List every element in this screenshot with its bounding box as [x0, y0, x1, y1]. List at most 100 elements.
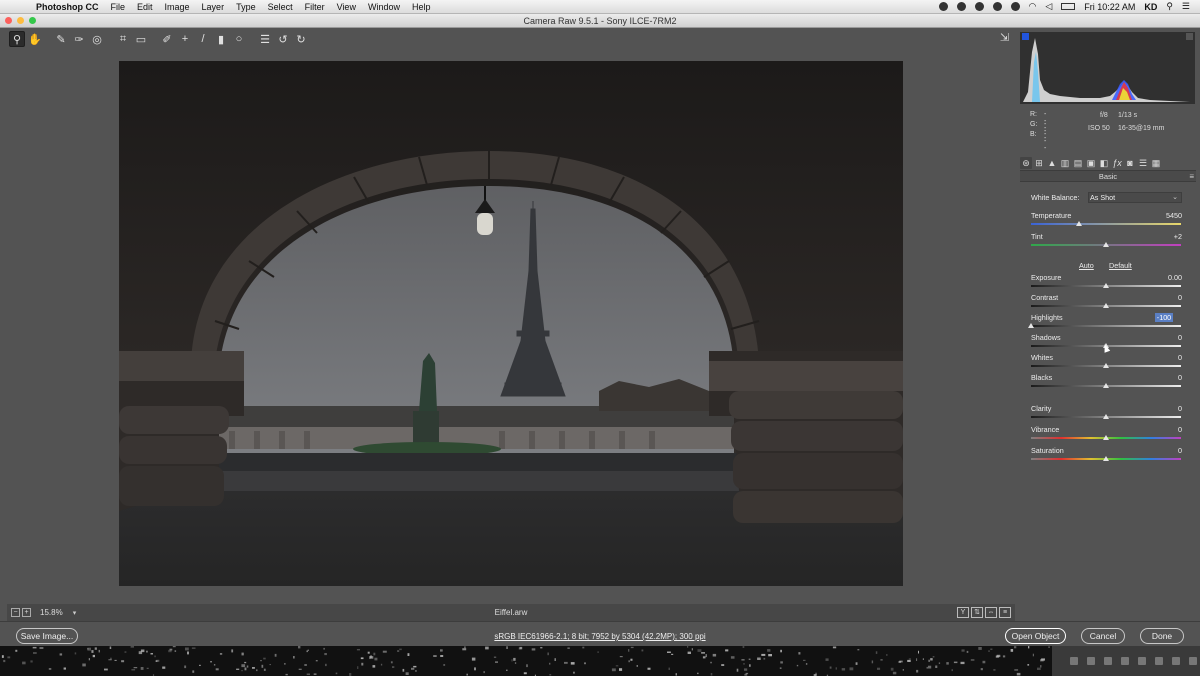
before-after-toggle-icon[interactable]: Y [957, 607, 969, 618]
tab-basic-icon[interactable]: ⊛ [1020, 157, 1032, 169]
saturation-value[interactable]: 0 [1142, 446, 1182, 455]
status-icon-4[interactable] [992, 2, 1002, 11]
panel-icon-7[interactable] [1172, 657, 1180, 665]
vibrance-value[interactable]: 0 [1142, 425, 1182, 434]
panel-icon-4[interactable] [1121, 657, 1129, 665]
highlights-value[interactable]: -100 [1155, 313, 1173, 322]
target-adjustment-tool-icon[interactable]: ◎ [89, 31, 105, 47]
color-sampler-tool-icon[interactable]: ✑ [71, 31, 87, 47]
zoom-in-button[interactable]: + [22, 608, 31, 617]
copy-settings-icon[interactable]: ⇔ [985, 607, 997, 618]
blacks-thumb[interactable] [1103, 383, 1109, 388]
tint-value[interactable]: +2 [1142, 232, 1182, 241]
tab-split-toning-icon[interactable]: ▤ [1072, 157, 1084, 169]
status-icon-1[interactable] [938, 2, 948, 11]
menu-help[interactable]: Help [406, 2, 437, 12]
straighten-tool-icon[interactable]: ▭ [133, 31, 149, 47]
image-preview-area[interactable] [7, 51, 1015, 604]
panel-icon-3[interactable] [1104, 657, 1112, 665]
battery-icon[interactable] [1061, 3, 1076, 10]
tab-effects-icon[interactable]: ◧ [1098, 157, 1110, 169]
temperature-thumb[interactable] [1076, 221, 1082, 226]
highlight-clipping-warning-icon[interactable] [1186, 33, 1193, 40]
temperature-value[interactable]: 5450 [1142, 211, 1182, 220]
user-name[interactable]: KD [1144, 2, 1157, 12]
menu-layer[interactable]: Layer [196, 2, 231, 12]
tab-hsl-icon[interactable]: ▥ [1059, 157, 1071, 169]
clarity-value[interactable]: 0 [1142, 404, 1182, 413]
white-balance-select[interactable]: As Shot ⌄ [1088, 192, 1182, 203]
red-eye-tool-icon[interactable]: + [177, 31, 193, 47]
menu-window[interactable]: Window [362, 2, 406, 12]
temperature-track[interactable] [1031, 223, 1181, 225]
tab-tone-curve-icon[interactable]: ⊞ [1033, 157, 1045, 169]
radial-filter-icon[interactable]: ○ [231, 31, 247, 47]
spot-removal-tool-icon[interactable]: ✐ [159, 31, 175, 47]
menu-edit[interactable]: Edit [131, 2, 159, 12]
adjustment-brush-icon[interactable]: / [195, 31, 211, 47]
whites-value[interactable]: 0 [1142, 353, 1182, 362]
rotate-cw-icon[interactable]: ↻ [293, 31, 309, 47]
menu-select[interactable]: Select [262, 2, 299, 12]
blacks-value[interactable]: 0 [1142, 373, 1182, 382]
default-button[interactable]: Default [1109, 261, 1132, 270]
menu-filter[interactable]: Filter [299, 2, 331, 12]
toggle-settings-icon[interactable]: ≡ [999, 607, 1011, 618]
tab-presets-icon[interactable]: ☰ [1137, 157, 1149, 169]
spotlight-search-icon[interactable]: ⚲ [1166, 1, 1173, 12]
contrast-value[interactable]: 0 [1142, 293, 1182, 302]
tab-camera-calibration-icon[interactable]: ◙ [1124, 157, 1136, 169]
menu-file[interactable]: File [105, 2, 132, 12]
zoom-level[interactable]: 15.8% [40, 608, 63, 617]
panel-icon-6[interactable] [1155, 657, 1163, 665]
tab-fx-icon[interactable]: ƒx [1111, 157, 1123, 169]
panel-icon-8[interactable] [1189, 657, 1197, 665]
menu-image[interactable]: Image [159, 2, 196, 12]
exposure-thumb[interactable] [1103, 283, 1109, 288]
volume-icon[interactable]: ◁ [1045, 1, 1052, 12]
menu-type[interactable]: Type [230, 2, 262, 12]
white-balance-tool-icon[interactable]: ✎ [53, 31, 69, 47]
tint-thumb[interactable] [1103, 242, 1109, 247]
zoom-tool-icon[interactable]: ⚲ [9, 31, 25, 47]
highlights-thumb[interactable] [1028, 323, 1034, 328]
tab-lens-corrections-icon[interactable]: ▣ [1085, 157, 1097, 169]
status-icon-2[interactable] [956, 2, 966, 11]
clock[interactable]: Fri 10:22 AM [1084, 2, 1135, 12]
hand-tool-icon[interactable]: ✋ [27, 31, 43, 47]
preferences-icon[interactable]: ☰ [257, 31, 273, 47]
menu-app-name[interactable]: Photoshop CC [30, 2, 105, 12]
whites-thumb[interactable] [1103, 363, 1109, 368]
panel-icon-5[interactable] [1138, 657, 1146, 665]
notification-center-icon[interactable]: ☰ [1182, 1, 1190, 12]
crop-tool-icon[interactable]: ⌗ [115, 31, 131, 47]
fullscreen-toggle-icon[interactable]: ⇲ [997, 31, 1012, 45]
contrast-thumb[interactable] [1103, 303, 1109, 308]
wifi-icon[interactable]: ◠ [1029, 1, 1037, 12]
highlights-track[interactable] [1031, 325, 1181, 327]
saturation-thumb[interactable] [1103, 456, 1109, 461]
panel-icon-1[interactable] [1070, 657, 1078, 665]
graduated-filter-icon[interactable]: ▮ [213, 31, 229, 47]
tab-snapshots-icon[interactable]: ▦ [1150, 157, 1162, 169]
status-icon-3[interactable] [974, 2, 984, 11]
panel-menu-icon[interactable]: ≡ [1189, 171, 1194, 182]
shadows-value[interactable]: 0 [1142, 333, 1182, 342]
panel-icon-2[interactable] [1087, 657, 1095, 665]
menu-view[interactable]: View [331, 2, 362, 12]
photo-preview[interactable] [119, 61, 903, 586]
zoom-dropdown-icon[interactable]: ▾ [73, 609, 77, 617]
vibrance-thumb[interactable] [1103, 435, 1109, 440]
tab-detail-icon[interactable]: ▲ [1046, 157, 1058, 169]
open-object-button[interactable]: Open Object [1005, 628, 1066, 644]
clarity-thumb[interactable] [1103, 414, 1109, 419]
status-icon-5[interactable] [1010, 2, 1020, 11]
exposure-value[interactable]: 0.00 [1142, 273, 1182, 282]
done-button[interactable]: Done [1140, 628, 1184, 644]
auto-button[interactable]: Auto [1079, 261, 1094, 270]
swap-settings-icon[interactable]: ⇅ [971, 607, 983, 618]
rotate-ccw-icon[interactable]: ↺ [275, 31, 291, 47]
cancel-button[interactable]: Cancel [1081, 628, 1125, 644]
shadow-clipping-warning-icon[interactable] [1022, 33, 1029, 40]
zoom-out-button[interactable]: − [11, 608, 20, 617]
